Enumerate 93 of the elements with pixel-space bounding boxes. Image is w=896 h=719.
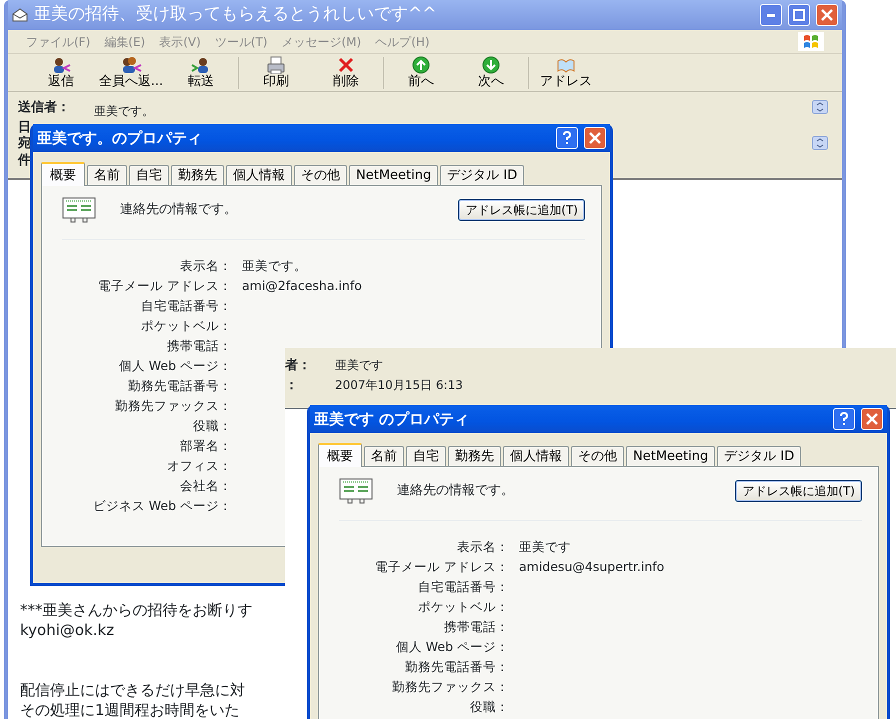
field-label: ： bbox=[285, 376, 299, 394]
tab[interactable]: NetMeeting bbox=[349, 165, 438, 185]
toolbar-button[interactable]: 全員へ返... bbox=[96, 56, 166, 89]
tab[interactable]: 名前 bbox=[364, 446, 404, 466]
reply-all-icon bbox=[120, 56, 142, 74]
toolbar-button[interactable]: アドレス bbox=[531, 56, 601, 89]
close-button[interactable] bbox=[861, 408, 883, 430]
field-label: 携帯電話： bbox=[443, 618, 509, 636]
field-value: 亜美です。 bbox=[94, 103, 154, 120]
field-label: 個人 Web ページ： bbox=[394, 638, 509, 656]
field-label: 電子メール アドレス： bbox=[374, 558, 509, 576]
field-value: 2007年10月15日 6:13 bbox=[335, 376, 463, 394]
field-label: 自宅電話番号： bbox=[140, 297, 232, 315]
field-label: 者： bbox=[285, 357, 312, 375]
field-label: 個人 Web ページ： bbox=[118, 357, 232, 375]
body-text: 配信停止にはできるだけ早急に対 bbox=[20, 680, 245, 700]
add-to-address-book-button[interactable]: アドレス帳に追加(T) bbox=[735, 480, 862, 502]
tab[interactable]: NetMeeting bbox=[626, 446, 716, 466]
field-value: 亜美です bbox=[519, 538, 572, 556]
toolbar-button[interactable]: 次へ bbox=[456, 56, 526, 89]
toolbar-button[interactable]: 印刷 bbox=[241, 56, 311, 89]
help-icon bbox=[562, 131, 572, 145]
body-text: kyohi@ok.kz bbox=[20, 620, 114, 640]
scroll-arrows-icon bbox=[812, 136, 828, 150]
field-label: ポケットベル： bbox=[417, 598, 509, 616]
minimize-icon bbox=[767, 14, 775, 16]
tab[interactable]: 勤務先 bbox=[448, 446, 501, 466]
printer-icon bbox=[265, 56, 287, 74]
close-icon bbox=[821, 9, 833, 21]
contact-card-icon bbox=[339, 478, 373, 504]
body-text: その処理に1週間程お時間をいた bbox=[20, 700, 240, 719]
tab[interactable]: 名前 bbox=[87, 165, 127, 185]
tab[interactable]: 勤務先 bbox=[171, 165, 224, 185]
tab[interactable]: 個人情報 bbox=[503, 446, 569, 466]
minimize-button[interactable] bbox=[760, 4, 782, 26]
toolbar-button[interactable]: 転送 bbox=[166, 56, 236, 89]
field-label: 役職： bbox=[469, 698, 509, 716]
body-text: ***亜美さんからの招待をお断りす bbox=[20, 600, 252, 620]
toolbar-button[interactable]: 前へ bbox=[386, 56, 456, 89]
dialog-title: 亜美です。のプロパティ bbox=[37, 128, 203, 149]
field-label: オフィス： bbox=[166, 457, 232, 475]
window-title: 亜美の招待、受け取ってもらえるとうれしいです^^ bbox=[34, 3, 438, 26]
field-label: ポケットベル： bbox=[140, 317, 232, 335]
field-value: 亜美です。 bbox=[242, 257, 308, 275]
tab[interactable]: デジタル ID bbox=[717, 446, 802, 466]
field-label: 携帯電話： bbox=[166, 337, 232, 355]
field-label: 日 bbox=[18, 120, 31, 136]
field-label: 会社名： bbox=[179, 477, 232, 495]
scroll-arrows-icon bbox=[812, 100, 828, 114]
help-button[interactable] bbox=[556, 127, 578, 149]
close-button[interactable] bbox=[816, 4, 838, 26]
tab[interactable]: その他 bbox=[571, 446, 624, 466]
add-to-address-book-button[interactable]: アドレス帳に追加(T) bbox=[458, 199, 585, 221]
field-label: 表示名： bbox=[179, 257, 232, 275]
contact-card-icon bbox=[62, 197, 96, 223]
field-label: 部署名： bbox=[179, 437, 232, 455]
tab[interactable]: 概要 bbox=[41, 162, 85, 186]
tab[interactable]: デジタル ID bbox=[440, 165, 524, 185]
tab[interactable]: 自宅 bbox=[129, 165, 169, 185]
field-value: 亜美です bbox=[335, 357, 383, 374]
field-label: 宛 bbox=[18, 136, 31, 152]
help-icon bbox=[839, 412, 849, 426]
field-label: 送信者： bbox=[18, 99, 70, 117]
tab[interactable]: その他 bbox=[294, 165, 347, 185]
field-label: 勤務先ファックス： bbox=[114, 397, 232, 415]
field-label: ビジネス Web ページ： bbox=[92, 497, 232, 515]
dialog-title: 亜美です のプロパティ bbox=[314, 408, 470, 430]
tab[interactable]: 自宅 bbox=[406, 446, 446, 466]
field-label: 自宅電話番号： bbox=[417, 578, 509, 596]
toolbar-button[interactable]: 削除 bbox=[311, 56, 381, 89]
help-button[interactable] bbox=[833, 408, 855, 430]
close-button[interactable] bbox=[584, 127, 606, 149]
toolbar-button[interactable]: 返信 bbox=[26, 56, 96, 89]
field-label: 勤務先ファックス： bbox=[391, 678, 509, 696]
info-text: 連絡先の情報です。 bbox=[120, 201, 238, 220]
field-value: ami@2facesha.info bbox=[242, 277, 363, 295]
field-label: 表示名： bbox=[456, 538, 509, 556]
field-label: 件 bbox=[18, 152, 31, 169]
envelope-icon bbox=[12, 8, 28, 22]
maximize-button[interactable] bbox=[788, 4, 810, 26]
field-label: 電子メール アドレス： bbox=[97, 277, 232, 295]
tab[interactable]: 概要 bbox=[318, 443, 362, 467]
close-icon bbox=[589, 132, 601, 144]
close-icon bbox=[866, 413, 878, 425]
field-label: 勤務先電話番号： bbox=[404, 658, 509, 676]
book-icon bbox=[555, 56, 577, 74]
tab[interactable]: 個人情報 bbox=[226, 165, 292, 185]
windows-logo-icon bbox=[802, 32, 820, 51]
info-text: 連絡先の情報です。 bbox=[397, 482, 515, 500]
field-label: 役職： bbox=[192, 417, 232, 435]
field-label: 勤務先電話番号： bbox=[127, 377, 232, 395]
maximize-icon bbox=[793, 9, 805, 21]
field-value: amidesu@4supertr.info bbox=[519, 558, 666, 576]
